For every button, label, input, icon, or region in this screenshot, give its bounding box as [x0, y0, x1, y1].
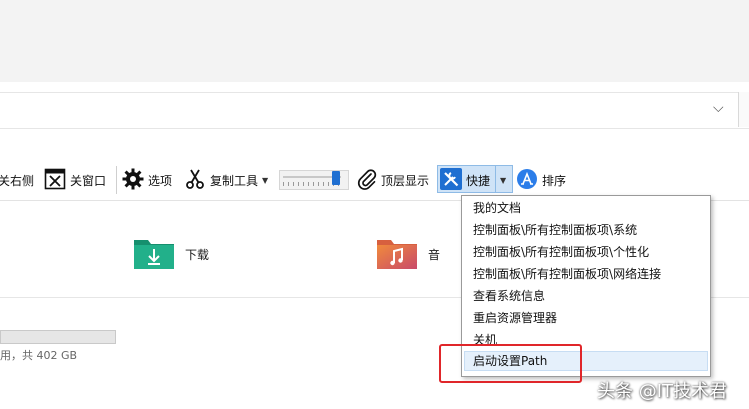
options-label: 选项: [148, 173, 173, 188]
close-right-button[interactable]: 关右侧: [0, 168, 34, 192]
pin-top-button[interactable]: 顶层显示: [357, 168, 429, 192]
copy-tool-label: 复制工具: [210, 173, 259, 188]
close-right-label: 关右侧: [0, 173, 35, 188]
chevron-down-icon: ▼: [500, 175, 507, 185]
music-label: 音: [428, 248, 441, 262]
downloads-label: 下载: [185, 248, 210, 262]
disk-usage-text: 用，共 402 GB: [0, 349, 78, 362]
highlight-annotation-box: [439, 344, 582, 383]
scissors-icon: [184, 168, 206, 193]
menu-item-control-panel-system[interactable]: 控制面板\所有控制面板项\系统: [473, 220, 637, 240]
shortcut-split-divider: [495, 165, 496, 193]
disk-usage-fill: [1, 331, 115, 343]
menu-item-restart-explorer[interactable]: 重启资源管理器: [473, 308, 557, 328]
paperclip-icon: [357, 168, 377, 193]
menu-item-control-panel-network[interactable]: 控制面板\所有控制面板项\网络连接: [473, 264, 661, 284]
address-side-panel: [738, 92, 749, 127]
close-window-label: 关窗口: [70, 173, 107, 188]
menu-item-my-documents[interactable]: 我的文档: [473, 198, 521, 218]
disk-usage-bar: [0, 330, 116, 344]
tools-icon: [440, 167, 462, 193]
close-window-button[interactable]: 关窗口: [44, 168, 106, 192]
shortcut-label: 快捷: [466, 173, 491, 188]
folder-download-icon: [133, 236, 175, 273]
options-button[interactable]: 选项: [122, 168, 172, 192]
gear-icon: [122, 168, 144, 193]
copy-tool-dropdown-arrow[interactable]: ▼: [262, 176, 268, 185]
downloads-folder[interactable]: 下载: [133, 236, 209, 273]
menu-item-control-panel-personalization[interactable]: 控制面板\所有控制面板项\个性化: [473, 242, 649, 262]
sort-button[interactable]: 排序: [516, 168, 566, 192]
music-folder[interactable]: 音: [376, 236, 440, 273]
shortcut-dropdown-arrow[interactable]: ▼: [500, 168, 506, 192]
shortcut-button[interactable]: 快捷: [440, 167, 491, 193]
toolbar-separator: [116, 166, 117, 194]
pin-top-label: 顶层显示: [381, 173, 430, 188]
watermark: 头条 @IT技术君: [597, 381, 728, 402]
sort-label: 排序: [542, 173, 567, 188]
address-bar[interactable]: [0, 92, 749, 129]
app-store-icon: [516, 168, 538, 193]
opacity-slider-ticks: [283, 182, 339, 186]
chevron-down-icon[interactable]: ⌵: [713, 100, 724, 116]
close-window-icon: [44, 168, 66, 193]
copy-tool-button[interactable]: 复制工具 ▼: [184, 168, 268, 192]
menu-item-system-info[interactable]: 查看系统信息: [473, 286, 545, 306]
title-area: [0, 0, 749, 82]
folder-music-icon: [376, 236, 418, 273]
opacity-slider-thumb[interactable]: [332, 171, 341, 185]
